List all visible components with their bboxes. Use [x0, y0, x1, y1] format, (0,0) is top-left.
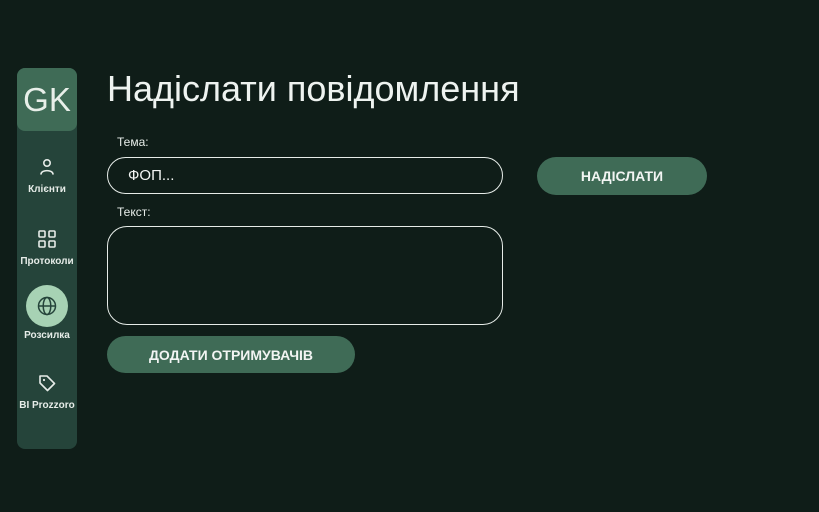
sidebar-item-bi-prozzoro[interactable]: BI Prozzoro: [17, 362, 77, 411]
globe-icon: [26, 285, 68, 327]
sidebar: GK Клієнти Протоколи Розсилка BI Prozzor…: [17, 68, 77, 449]
message-textarea[interactable]: [107, 226, 503, 325]
person-icon: [26, 146, 68, 188]
logo[interactable]: GK: [17, 68, 77, 131]
text-label: Текст:: [117, 205, 151, 219]
logo-text: GK: [23, 80, 71, 118]
send-button[interactable]: НАДІСЛАТИ: [537, 157, 707, 195]
sidebar-item-protocols[interactable]: Протоколи: [17, 218, 77, 267]
page-title: Надіслати повідомлення: [107, 68, 520, 109]
subject-input[interactable]: [107, 157, 503, 194]
sidebar-item-label: Клієнти: [28, 184, 66, 195]
add-recipients-button[interactable]: ДОДАТИ ОТРИМУВАЧІВ: [107, 336, 355, 373]
grid-icon: [26, 218, 68, 260]
sidebar-item-clients[interactable]: Клієнти: [17, 146, 77, 195]
sidebar-item-mailing[interactable]: Розсилка: [17, 285, 77, 341]
tag-icon: [26, 362, 68, 404]
subject-label: Тема:: [117, 135, 149, 149]
sidebar-item-label: Розсилка: [24, 330, 70, 341]
sidebar-item-label: BI Prozzoro: [19, 400, 75, 411]
sidebar-item-label: Протоколи: [20, 256, 74, 267]
